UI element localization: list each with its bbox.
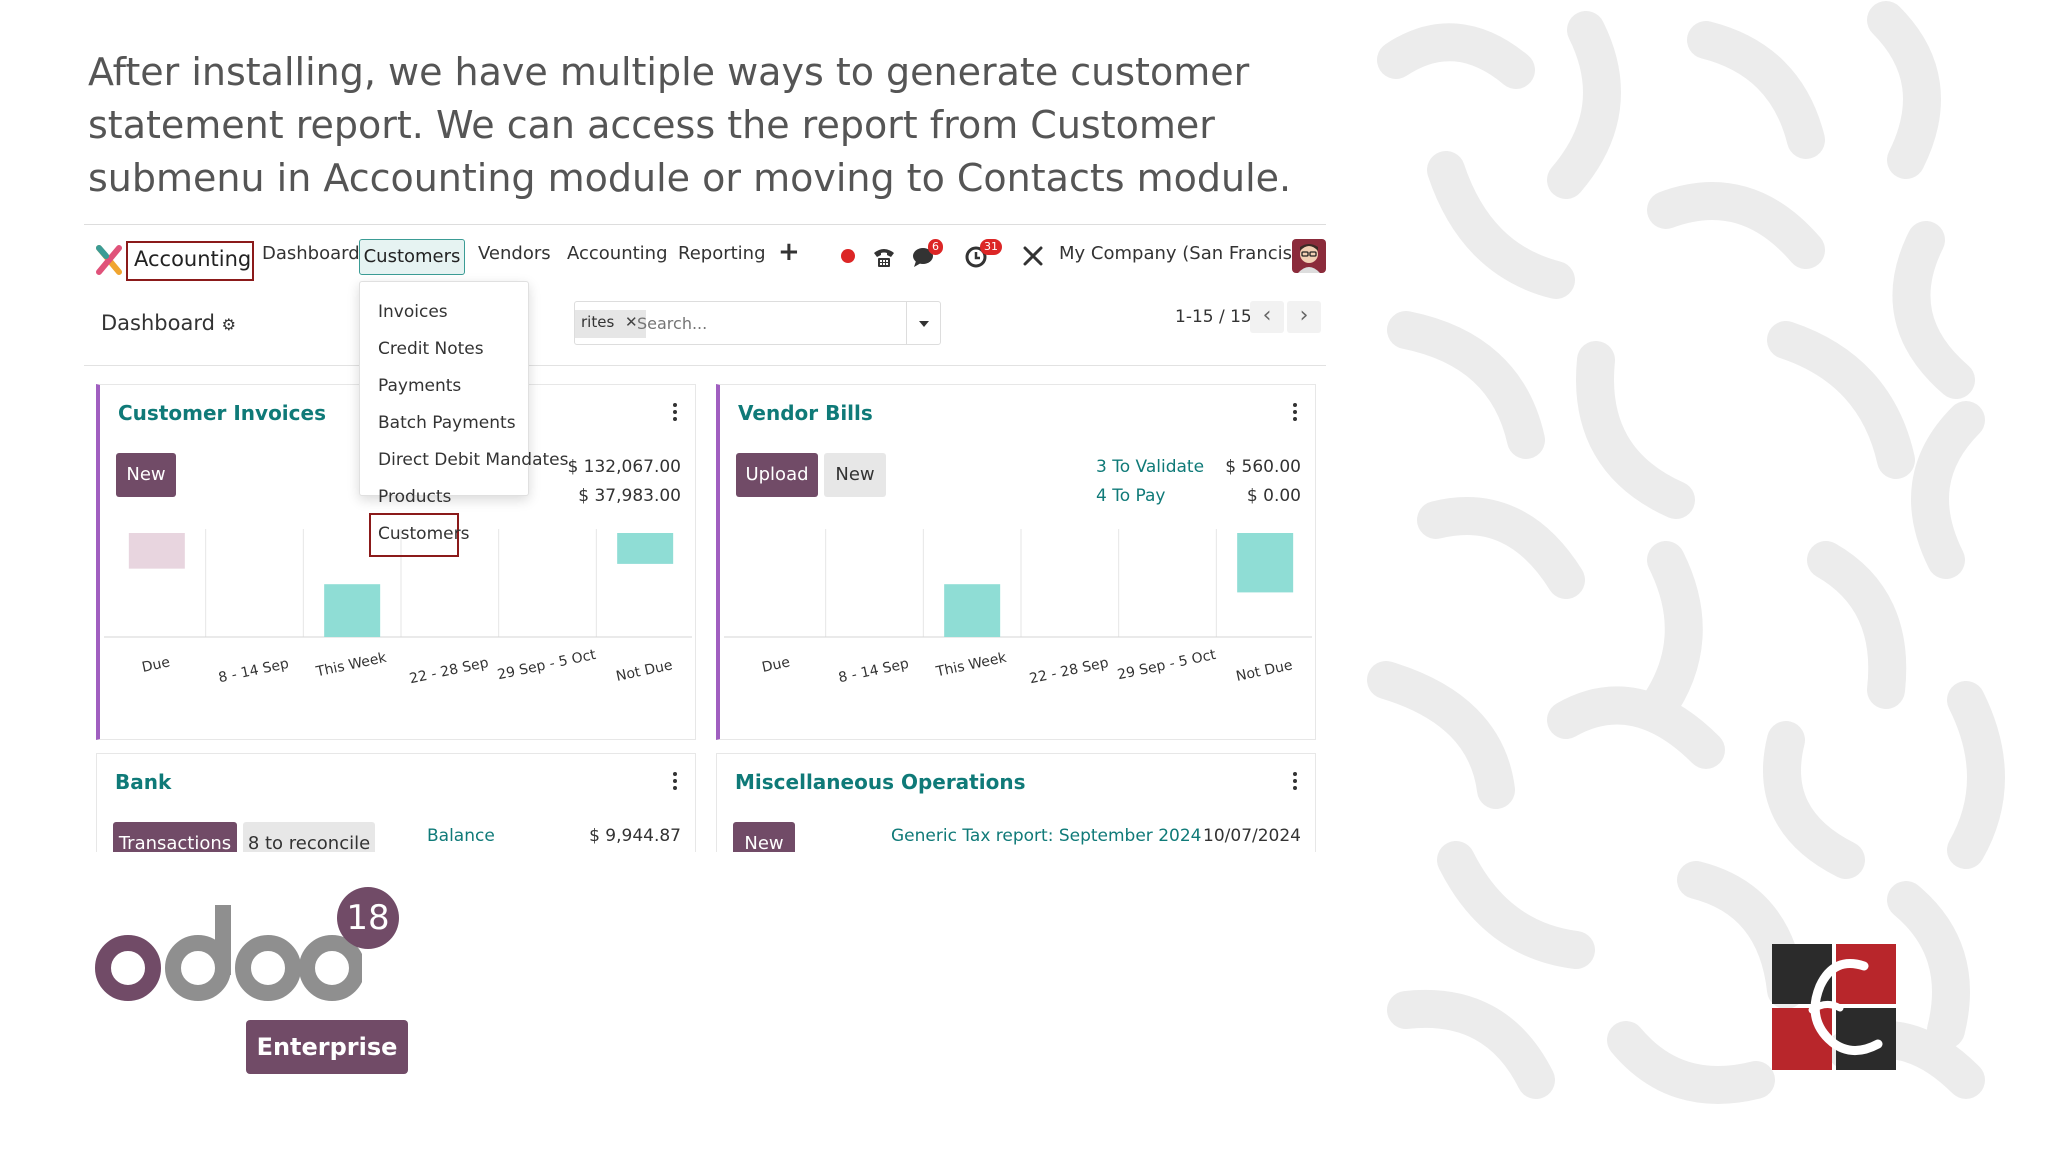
to-pay-amount: $ 0.00	[1246, 486, 1301, 506]
decorative-swirl-pattern	[1367, 1, 2005, 1104]
bank-title[interactable]: Bank	[115, 770, 171, 794]
brand-logo	[1772, 944, 1896, 1070]
menu-customers[interactable]: Customers	[359, 239, 465, 275]
caret-down-icon	[919, 321, 929, 327]
menu-reporting[interactable]: Reporting	[678, 243, 766, 264]
invoice-amount-1[interactable]: $ 132,067.00	[567, 457, 681, 477]
activity-badge: 31	[980, 239, 1002, 255]
kebab-menu-icon[interactable]	[1293, 772, 1297, 790]
app-name-accounting[interactable]: Accounting	[126, 241, 254, 281]
chart-tick-label: This Week	[314, 650, 389, 681]
chart-tick-label: This Week	[934, 650, 1009, 681]
menu-accounting[interactable]: Accounting	[567, 243, 668, 264]
dropdown-item-credit-notes[interactable]: Credit Notes	[378, 339, 484, 359]
to-validate-amount: $ 560.00	[1225, 457, 1301, 477]
balance-amount: $ 9,944.87	[589, 826, 681, 846]
pager-next-button[interactable]: ›	[1287, 301, 1321, 333]
pager-prev-button[interactable]: ‹	[1250, 301, 1284, 333]
misc-operations-title[interactable]: Miscellaneous Operations	[735, 770, 1025, 794]
chart-bar[interactable]	[944, 584, 1001, 637]
search-bar[interactable]: rites ✕	[574, 301, 941, 345]
gear-icon[interactable]: ⚙	[222, 315, 236, 334]
app-switcher-icon[interactable]	[96, 245, 122, 275]
odoo-screenshot: Accounting Dashboard Customers Vendors A…	[84, 224, 1326, 852]
facet-label: rites	[581, 313, 615, 331]
chart-tick-label: 8 - 14 Sep	[217, 656, 290, 687]
headline-text: After installing, we have multiple ways …	[88, 50, 1292, 200]
chart-bar[interactable]	[1237, 533, 1294, 593]
remove-facet-icon[interactable]: ✕	[625, 313, 638, 331]
tax-report-date: 10/07/2024	[1203, 826, 1301, 846]
new-bill-button[interactable]: New	[824, 453, 886, 497]
chart-bar[interactable]	[128, 533, 185, 569]
chart-tick-label: Not Due	[615, 657, 674, 685]
chart-tick-label: 22 - 28 Sep	[1028, 655, 1110, 687]
chevron-left-icon: ‹	[1262, 303, 1272, 328]
chart-tick-label: 29 Sep - 5 Oct	[496, 647, 598, 684]
enterprise-badge: Enterprise	[246, 1020, 408, 1074]
control-panel-divider	[84, 365, 1326, 366]
phone-icon[interactable]	[872, 245, 896, 269]
search-input[interactable]	[637, 314, 867, 333]
upload-bill-button[interactable]: Upload	[736, 453, 818, 497]
reconcile-button[interactable]: 8 to reconcile	[243, 822, 375, 852]
tools-icon[interactable]	[1022, 245, 1044, 267]
dropdown-item-payments[interactable]: Payments	[378, 376, 461, 396]
user-avatar[interactable]	[1292, 239, 1326, 273]
chart-tick-label: Due	[761, 654, 792, 676]
kebab-menu-icon[interactable]	[673, 403, 677, 421]
invoice-amount-2[interactable]: $ 37,983.00	[578, 486, 681, 506]
chat-badge: 6	[928, 239, 943, 255]
vendor-bills-chart[interactable]: Due 8 - 14 Sep This Week 22 - 28 Sep 29 Sep …	[720, 525, 1316, 735]
dropdown-item-invoices[interactable]: Invoices	[378, 302, 448, 322]
chart-bar[interactable]	[617, 533, 674, 564]
page-title: Dashboard ⚙	[101, 311, 236, 335]
vendor-bills-card: Vendor Bills Upload New 3 To Validate $ …	[716, 384, 1316, 740]
new-misc-button[interactable]: New	[733, 822, 795, 852]
vendor-bills-title[interactable]: Vendor Bills	[738, 401, 873, 425]
pager-value: 1-15 / 15	[1175, 307, 1252, 327]
menu-dashboard[interactable]: Dashboard	[262, 243, 360, 264]
chart-tick-label: 29 Sep - 5 Oct	[1116, 647, 1218, 684]
chart-tick-label: 22 - 28 Sep	[408, 655, 490, 687]
new-invoice-button[interactable]: New	[116, 453, 176, 497]
transactions-button[interactable]: Transactions	[113, 822, 237, 852]
balance-label[interactable]: Balance	[427, 826, 495, 846]
chart-bar[interactable]	[324, 584, 381, 637]
plus-icon[interactable]: +	[778, 237, 800, 267]
page-title-text: Dashboard	[101, 311, 215, 335]
chart-tick-label: Due	[141, 654, 172, 676]
company-switcher[interactable]: My Company (San Francisco)	[1059, 243, 1320, 264]
tax-report-link[interactable]: Generic Tax report: September 2024	[891, 826, 1201, 846]
odoo-logo	[95, 905, 362, 1001]
menu-vendors[interactable]: Vendors	[478, 243, 551, 264]
chart-tick-label: 8 - 14 Sep	[837, 656, 910, 687]
dropdown-item-products[interactable]: Products	[378, 487, 451, 507]
kebab-menu-icon[interactable]	[1293, 403, 1297, 421]
to-pay-link[interactable]: 4 To Pay	[1096, 486, 1166, 506]
chevron-right-icon: ›	[1299, 303, 1309, 328]
top-navbar: Accounting Dashboard Customers Vendors A…	[84, 225, 1326, 287]
dropdown-item-customers[interactable]: Customers	[378, 524, 469, 544]
dropdown-item-direct-debit[interactable]: Direct Debit Mandates	[378, 450, 569, 470]
search-options-toggle[interactable]	[906, 302, 940, 344]
search-facet[interactable]: rites ✕	[575, 310, 646, 338]
to-validate-link[interactable]: 3 To Validate	[1096, 457, 1204, 477]
customer-invoices-title[interactable]: Customer Invoices	[118, 401, 326, 425]
misc-operations-card: Miscellaneous Operations New Generic Tax…	[716, 753, 1316, 852]
chart-tick-label: Not Due	[1235, 657, 1294, 685]
customers-dropdown-menu: Invoices Credit Notes Payments Batch Pay…	[359, 281, 569, 557]
kebab-menu-icon[interactable]	[673, 772, 677, 790]
version-badge: 18	[337, 887, 399, 949]
record-dot-icon[interactable]	[841, 249, 855, 263]
dropdown-item-batch-payments[interactable]: Batch Payments	[378, 413, 516, 433]
bank-card: Bank Transactions 8 to reconcile Balance…	[96, 753, 696, 852]
